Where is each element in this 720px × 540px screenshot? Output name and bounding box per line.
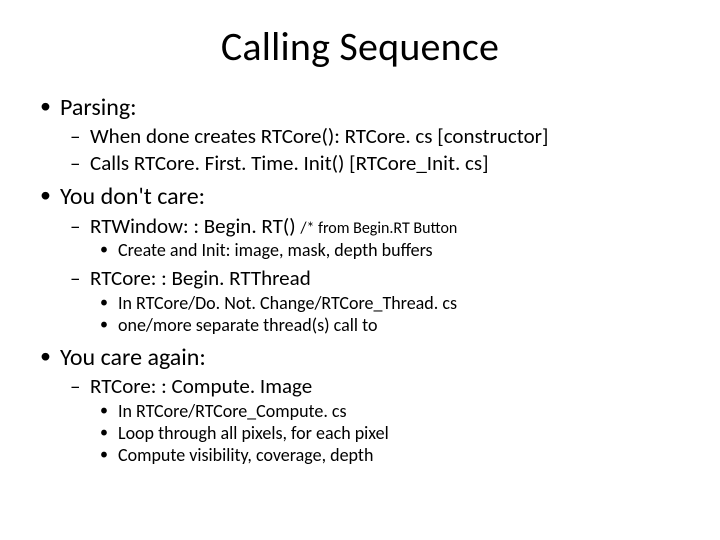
bullet-label: You don't care: [60, 182, 205, 211]
sub-item: When done creates RTCore(): RTCore. cs [… [90, 124, 682, 150]
sub-sub-item: In RTCore/Do. Not. Change/RTCore_Thread.… [118, 293, 682, 315]
sub-item: RTCore: : Compute. Image In RTCore/RTCor… [90, 374, 682, 466]
sub-list: RTCore: : Compute. Image In RTCore/RTCor… [60, 374, 682, 466]
sub-item: RTCore: : Begin. RTThread In RTCore/Do. … [90, 266, 682, 337]
slide: Calling Sequence Parsing: When done crea… [0, 0, 720, 540]
sub-sub-item: Create and Init: image, mask, depth buff… [118, 240, 682, 262]
sub-item: Calls RTCore. First. Time. Init() [RTCor… [90, 151, 682, 177]
sub-item: RTWindow: : Begin. RT() /* from Begin.RT… [90, 214, 682, 263]
sub-item-text: RTCore: : Begin. RTThread [90, 265, 311, 291]
bullet-label: Parsing: [60, 93, 137, 122]
bullet-list: Parsing: When done creates RTCore(): RTC… [38, 93, 682, 467]
sub-list: RTWindow: : Begin. RT() /* from Begin.RT… [60, 214, 682, 337]
sub-sub-item: Loop through all pixels, for each pixel [118, 423, 682, 445]
sub-sub-list: Create and Init: image, mask, depth buff… [90, 240, 682, 262]
bullet-parsing: Parsing: When done creates RTCore(): RTC… [60, 93, 682, 176]
sub-sub-list: In RTCore/RTCore_Compute. cs Loop throug… [90, 401, 682, 467]
inline-note: /* from Begin.RT Button [300, 219, 457, 238]
bullet-label: You care again: [60, 343, 206, 372]
sub-list: When done creates RTCore(): RTCore. cs [… [60, 124, 682, 176]
bullet-care-again: You care again: RTCore: : Compute. Image… [60, 343, 682, 467]
sub-sub-item: In RTCore/RTCore_Compute. cs [118, 401, 682, 423]
sub-item-text: RTCore: : Compute. Image [90, 373, 312, 399]
sub-sub-item: Compute visibility, coverage, depth [118, 445, 682, 467]
bullet-dont-care: You don't care: RTWindow: : Begin. RT() … [60, 182, 682, 336]
sub-sub-list: In RTCore/Do. Not. Change/RTCore_Thread.… [90, 293, 682, 337]
sub-sub-item: one/more separate thread(s) call to [118, 315, 682, 337]
sub-item-text: RTWindow: : Begin. RT() [90, 213, 296, 239]
slide-title: Calling Sequence [38, 22, 682, 71]
